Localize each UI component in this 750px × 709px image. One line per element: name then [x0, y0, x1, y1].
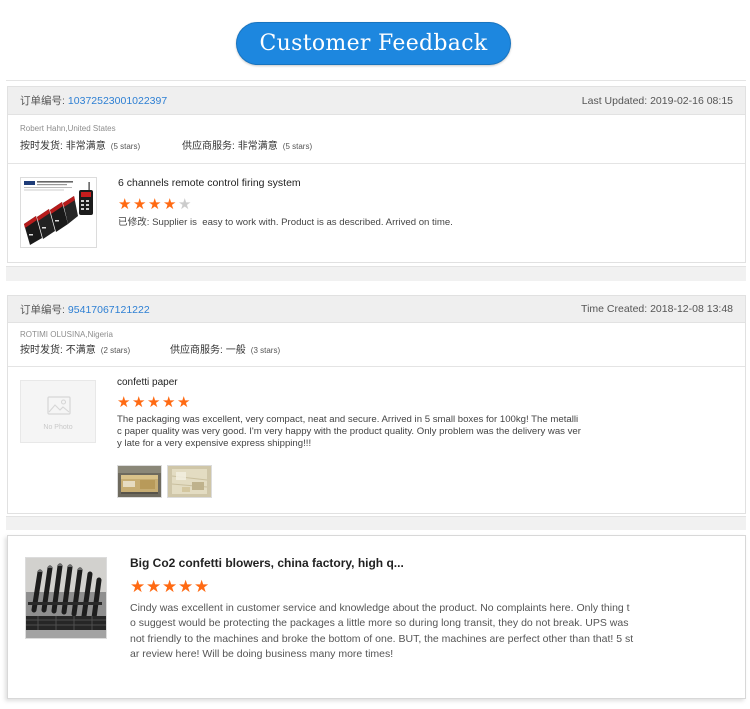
reviewer-name: ROTIMI OLUSINA,Nigeria	[20, 330, 113, 339]
supplier-service-rating: 供应商服务: 一般 (3 stars)	[170, 345, 280, 357]
review-comment-line: c paper quality was very good. I'm very …	[117, 426, 581, 437]
star-filled-icon: ★	[194, 577, 210, 597]
customer-feedback-banner: Customer Feedback	[236, 22, 511, 65]
star-filled-icon: ★	[178, 577, 194, 597]
feedback-card-header: 订单编号: 95417067121222 Time Created: 2018-1…	[8, 296, 745, 323]
rating-stars-count: (5 stars)	[110, 142, 141, 151]
order-number-link[interactable]: 10372523001022397	[68, 95, 167, 107]
star-filled-icon: ★	[118, 195, 132, 213]
banner-title: Customer Feedback	[259, 31, 488, 56]
product-image[interactable]	[25, 557, 107, 639]
rating-label: 按时发货:	[20, 345, 63, 356]
review-comment-line: y late for a very expensive express ship…	[117, 438, 312, 449]
divider	[8, 366, 745, 367]
review-comment-line: 已修改: Supplier is easy to work with. Prod…	[118, 217, 453, 228]
star-filled-icon: ★	[162, 393, 176, 411]
remote-firing-system-picture	[21, 178, 96, 247]
product-rating-stars: ★★★★★	[117, 395, 192, 411]
delivery-rating: 按时发货: 不满意 (2 stars)	[20, 345, 130, 357]
rating-value: 一般	[225, 345, 246, 356]
card-separator	[6, 516, 746, 530]
confetti-blowers-picture	[26, 558, 106, 638]
boxes-photo	[118, 466, 161, 497]
review-comment: The packaging was excellent, very compac…	[117, 414, 581, 450]
rating-stars-count: (3 stars)	[250, 346, 281, 355]
star-filled-icon: ★	[162, 577, 178, 597]
divider	[8, 163, 745, 164]
order-number-label: 订单编号:	[20, 303, 65, 316]
star-filled-icon: ★	[117, 393, 131, 411]
rating-label: 供应商服务:	[182, 141, 235, 152]
rating-value: 不满意	[65, 345, 96, 356]
review-photo-thumbnail[interactable]	[167, 465, 212, 498]
reviewer-name: Robert Hahn,United States	[20, 124, 116, 133]
review-comment-line: The packaging was excellent, very compac…	[117, 414, 579, 425]
confetti-paper-photo	[168, 466, 211, 497]
no-photo-placeholder: No Photo	[20, 380, 96, 443]
feedback-card-header: 订单编号: 10372523001022397 Last Updated: 201…	[8, 87, 745, 115]
order-info: 订单编号: 95417067121222	[20, 302, 150, 317]
star-filled-icon: ★	[147, 393, 161, 411]
review-comment: Cindy was excellent in customer service …	[130, 601, 633, 662]
divider	[6, 80, 746, 81]
product-title-link[interactable]: 6 channels remote control firing system	[118, 177, 301, 189]
star-filled-icon: ★	[133, 195, 147, 213]
star-filled-icon: ★	[132, 393, 146, 411]
delivery-rating: 按时发货: 非常满意 (5 stars)	[20, 141, 140, 153]
product-image[interactable]	[20, 177, 97, 248]
rating-value: 非常满意	[65, 141, 106, 152]
review-comment-line: o suggest would be protecting the packag…	[130, 617, 629, 630]
review-comment-line: Cindy was excellent in customer service …	[130, 602, 630, 614]
time-created-date: Time Created: 2018-12-08 13:48	[581, 303, 733, 315]
review-comment-line: not friendly to the machines and broke t…	[130, 632, 634, 645]
order-number-link[interactable]: 95417067121222	[68, 304, 150, 316]
rating-stars-count: (5 stars)	[282, 142, 313, 151]
last-updated-date: Last Updated: 2019-02-16 08:15	[581, 94, 733, 107]
order-info: 订单编号: 10372523001022397	[20, 93, 167, 108]
star-filled-icon: ★	[146, 577, 162, 597]
card-separator	[6, 266, 746, 281]
review-photo-thumbnail[interactable]	[117, 465, 162, 498]
feedback-card: 订单编号: 95417067121222 Time Created: 2018-1…	[7, 295, 746, 514]
star-filled-icon: ★	[130, 577, 146, 597]
rating-stars-count: (2 stars)	[100, 346, 131, 355]
product-rating-stars: ★★★★★	[130, 579, 210, 596]
order-number-label: 订单编号:	[20, 95, 65, 107]
star-filled-icon: ★	[148, 195, 162, 213]
review-comment: 已修改: Supplier is easy to work with. Prod…	[118, 217, 453, 229]
feedback-card: Big Co2 confetti blowers, china factory,…	[7, 535, 746, 699]
star-filled-icon: ★	[177, 393, 191, 411]
supplier-service-rating: 供应商服务: 非常满意 (5 stars)	[182, 141, 312, 153]
no-photo-label: No Photo	[43, 424, 73, 431]
star-empty-icon: ★	[178, 195, 192, 213]
rating-label: 供应商服务:	[170, 345, 223, 356]
product-rating-stars: ★★★★★	[118, 197, 193, 213]
feedback-card: 订单编号: 10372523001022397 Last Updated: 201…	[7, 86, 746, 263]
rating-label: 按时发货:	[20, 141, 63, 152]
star-filled-icon: ★	[163, 195, 177, 213]
image-placeholder-icon	[47, 396, 71, 415]
product-title-link[interactable]: confetti paper	[117, 377, 178, 389]
product-title-link[interactable]: Big Co2 confetti blowers, china factory,…	[130, 556, 404, 570]
rating-value: 非常满意	[237, 141, 278, 152]
review-comment-line: ar review here! Will be doing business m…	[130, 647, 394, 660]
